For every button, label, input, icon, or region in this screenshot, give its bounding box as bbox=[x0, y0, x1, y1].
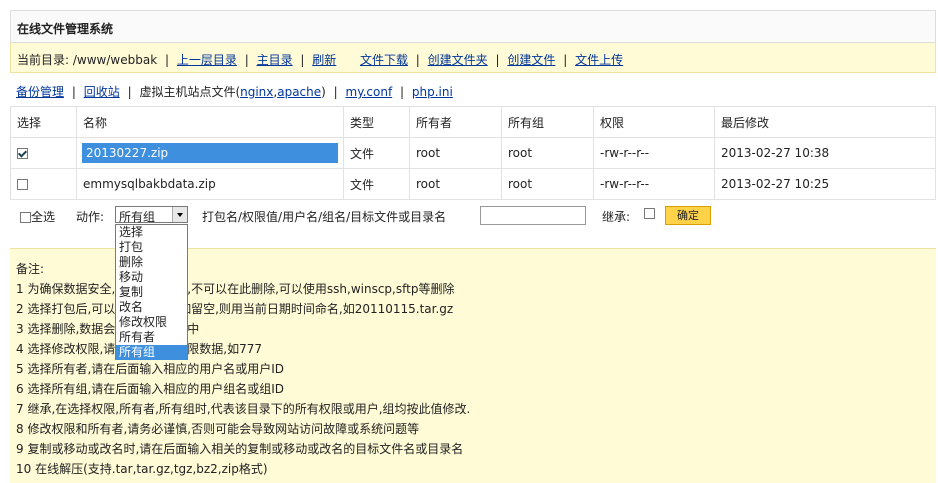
file-owner: root bbox=[409, 168, 502, 200]
apache-link[interactable]: apache bbox=[277, 85, 321, 99]
col-group-header: 所有组 bbox=[501, 106, 594, 138]
inherit-checkbox-wrap[interactable] bbox=[644, 206, 655, 220]
separator: | bbox=[300, 53, 305, 67]
inherit-checkbox[interactable] bbox=[644, 208, 655, 219]
table-row[interactable]: 20130227.zip 文件 root root -rw-r--r-- 201… bbox=[10, 137, 936, 169]
col-perm-header: 权限 bbox=[593, 106, 715, 138]
col-owner-header: 所有者 bbox=[409, 106, 502, 138]
dropdown-option[interactable]: 删除 bbox=[116, 255, 187, 270]
note-line: 10 在线解压(支持.tar,tar.gz,tgz,bz2,zip格式) bbox=[16, 462, 268, 476]
file-table: 选择 名称 类型 所有者 所有组 权限 最后修改 20130227.zip 文件… bbox=[10, 106, 936, 200]
current-dir-label: 当前目录: bbox=[17, 53, 70, 67]
separator: | bbox=[333, 85, 338, 99]
backup-manage-link[interactable]: 备份管理 bbox=[16, 85, 64, 99]
create-folder-link[interactable]: 创建文件夹 bbox=[428, 53, 488, 67]
action-select-value: 所有组 bbox=[119, 210, 156, 224]
file-group: root bbox=[501, 137, 594, 169]
dropdown-option-selected[interactable]: 所有组 bbox=[116, 345, 187, 360]
table-header-row: 选择 名称 类型 所有者 所有组 权限 最后修改 bbox=[10, 106, 936, 138]
separator: | bbox=[127, 85, 132, 99]
dropdown-option[interactable]: 打包 bbox=[116, 240, 187, 255]
php-ini-link[interactable]: php.ini bbox=[412, 85, 453, 99]
path-bar: 当前目录: /www/webbak | 上一层目录 | 主目录 | 刷新 文件下… bbox=[10, 43, 936, 73]
dropdown-option[interactable]: 选择 bbox=[116, 225, 187, 240]
file-perm: -rw-r--r-- bbox=[593, 168, 715, 200]
file-modified: 2013-02-27 10:25 bbox=[714, 168, 936, 200]
current-dir-path: /www/webbak bbox=[72, 53, 158, 67]
note-line: 5 选择所有者,请在后面输入相应的用户名或用户ID bbox=[16, 362, 285, 376]
col-select-header: 选择 bbox=[10, 106, 77, 138]
home-dir-link[interactable]: 主目录 bbox=[257, 53, 293, 67]
title-bar: 在线文件管理系统 bbox=[10, 10, 936, 43]
dropdown-option[interactable]: 改名 bbox=[116, 300, 187, 315]
nginx-link[interactable]: nginx bbox=[240, 85, 273, 99]
file-name[interactable]: emmysqlbakbdata.zip bbox=[76, 168, 344, 200]
tools-bar: 备份管理 | 回收站 | 虚拟主机站点文件(nginx,apache) | my… bbox=[10, 74, 936, 106]
close-paren: ) bbox=[321, 85, 326, 99]
note-line: 9 复制或移动或改名时,请在后面输入相关的复制或移动或改名的目标文件名或目录名 bbox=[16, 442, 464, 456]
select-all-wrap[interactable]: 全选 bbox=[20, 208, 55, 225]
col-type-header: 类型 bbox=[343, 106, 410, 138]
file-group: root bbox=[501, 168, 594, 200]
note-line: 6 选择所有组,请在后面输入相应的用户组名或组ID bbox=[16, 382, 285, 396]
col-name-header: 名称 bbox=[76, 106, 344, 138]
separator: | bbox=[563, 53, 568, 67]
target-input[interactable] bbox=[480, 206, 586, 225]
target-input-label: 打包名/权限值/用户名/组名/目标文件或目录名 bbox=[202, 210, 447, 224]
confirm-button[interactable]: 确定 bbox=[665, 206, 711, 225]
inherit-label: 继承: bbox=[602, 210, 631, 224]
separator: | bbox=[400, 85, 405, 99]
chevron-down-icon[interactable] bbox=[172, 207, 187, 222]
separator: | bbox=[164, 53, 170, 67]
separator: | bbox=[415, 53, 420, 67]
action-label: 动作: bbox=[76, 210, 105, 224]
file-modified: 2013-02-27 10:38 bbox=[714, 137, 936, 169]
separator: | bbox=[495, 53, 500, 67]
separator: | bbox=[71, 85, 76, 99]
file-name[interactable]: 20130227.zip bbox=[82, 143, 338, 163]
dropdown-option[interactable]: 复制 bbox=[116, 285, 187, 300]
recycle-bin-link[interactable]: 回收站 bbox=[84, 85, 120, 99]
file-type: 文件 bbox=[343, 168, 410, 200]
row-checkbox[interactable] bbox=[17, 148, 28, 159]
table-row[interactable]: emmysqlbakbdata.zip 文件 root root -rw-r--… bbox=[10, 168, 936, 200]
create-file-link[interactable]: 创建文件 bbox=[507, 53, 555, 67]
select-all-checkbox[interactable] bbox=[20, 212, 31, 223]
dropdown-option[interactable]: 所有者 bbox=[116, 330, 187, 345]
file-type: 文件 bbox=[343, 137, 410, 169]
row-checkbox[interactable] bbox=[17, 179, 28, 190]
file-upload-link[interactable]: 文件上传 bbox=[575, 53, 623, 67]
action-select[interactable]: 所有组 bbox=[115, 206, 188, 224]
parent-dir-link[interactable]: 上一层目录 bbox=[177, 53, 237, 67]
select-all-label: 全选 bbox=[31, 210, 56, 224]
separator: | bbox=[244, 53, 249, 67]
dropdown-option[interactable]: 移动 bbox=[116, 270, 187, 285]
col-modified-header: 最后修改 bbox=[714, 106, 936, 138]
file-download-link[interactable]: 文件下载 bbox=[360, 53, 408, 67]
vhost-files-label: 虚拟主机站点文件( bbox=[139, 85, 241, 99]
dropdown-option[interactable]: 修改权限 bbox=[116, 315, 187, 330]
my-conf-link[interactable]: my.conf bbox=[346, 85, 393, 99]
page-title: 在线文件管理系统 bbox=[17, 22, 114, 36]
file-owner: root bbox=[409, 137, 502, 169]
note-line: 7 继承,在选择权限,所有者,所有组时,代表该目录下的所有权限或用户,组均按此值… bbox=[16, 402, 471, 416]
note-line: 8 修改权限和所有者,请务必谨慎,否则可能会导致网站访问故障或系统问题等 bbox=[16, 422, 420, 436]
file-perm: -rw-r--r-- bbox=[593, 137, 715, 169]
action-dropdown-list[interactable]: 选择 打包 删除 移动 复制 改名 修改权限 所有者 所有组 bbox=[115, 224, 188, 360]
refresh-link[interactable]: 刷新 bbox=[312, 53, 336, 67]
